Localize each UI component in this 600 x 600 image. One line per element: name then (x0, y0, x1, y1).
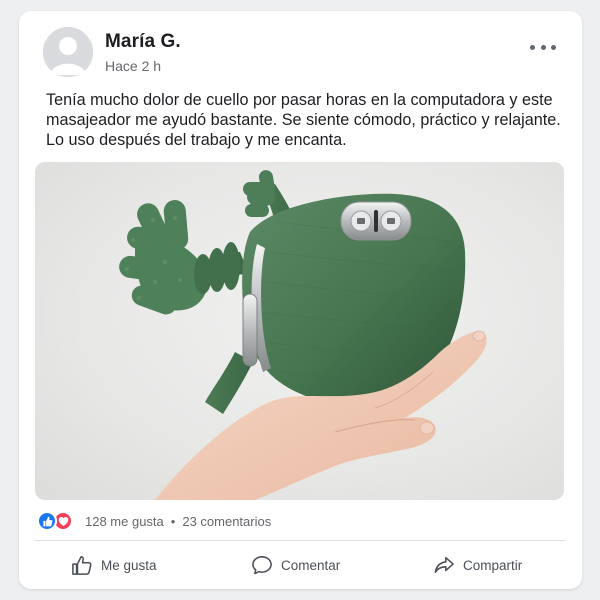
avatar[interactable] (43, 27, 93, 77)
comment-button-label: Comentar (281, 557, 341, 573)
more-options-icon[interactable] (530, 37, 556, 57)
share-arrow-icon (434, 556, 454, 574)
comment-button[interactable]: Comentar (251, 551, 340, 579)
author-name[interactable]: María G. (105, 31, 181, 53)
reactions-bar[interactable]: 128 me gusta • 23 comentarios (37, 511, 567, 531)
separator-dot: • (170, 514, 176, 529)
more-dot (530, 44, 535, 50)
like-button[interactable]: Me gusta (71, 551, 157, 579)
comments-count[interactable]: 23 comentarios (182, 514, 271, 529)
likes-count[interactable]: 128 me gusta (85, 514, 164, 529)
like-reaction-icon (37, 511, 57, 531)
comment-bubble-icon (252, 556, 272, 575)
post-photo[interactable] (35, 162, 564, 500)
share-button-label: Compartir (463, 557, 523, 573)
post-header: María G. Hace 2 h (43, 27, 564, 79)
share-button[interactable]: Compartir (433, 551, 522, 579)
action-bar: Me gusta Comentar Compartir (35, 551, 565, 581)
post-timestamp[interactable]: Hace 2 h (105, 58, 161, 74)
massager-hand-illustration (119, 170, 487, 500)
post-text: Tenía mucho dolor de cuello por pasar ho… (46, 91, 561, 149)
more-dot (540, 44, 546, 50)
like-button-label: Me gusta (101, 557, 157, 573)
thumbs-up-icon (72, 556, 92, 575)
divider (35, 540, 565, 541)
more-dot (551, 44, 556, 50)
post-card: María G. Hace 2 h Tenía mucho dolor de c… (19, 11, 582, 589)
avatar-placeholder-icon (43, 27, 93, 77)
reaction-summary: 128 me gusta • 23 comentarios (85, 514, 271, 529)
